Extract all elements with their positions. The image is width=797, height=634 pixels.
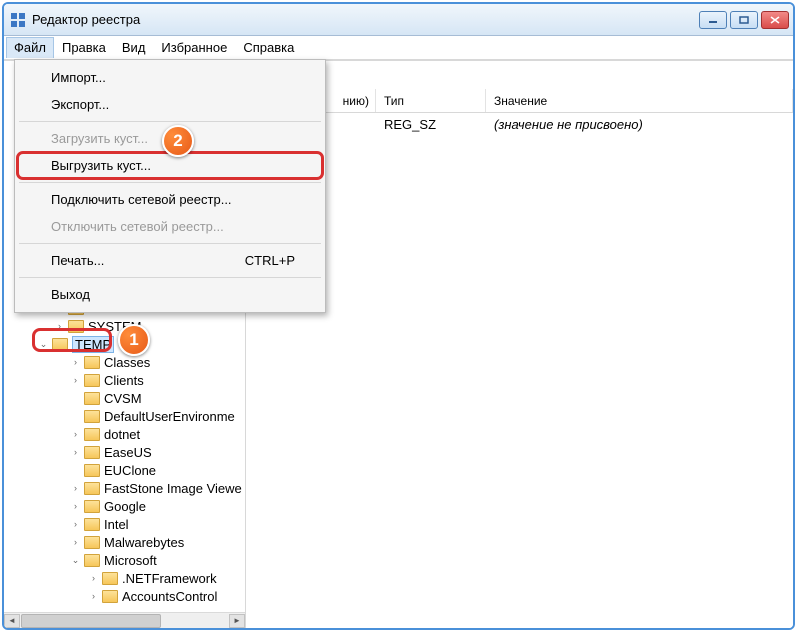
col-value[interactable]: Значение — [486, 89, 793, 112]
tree-node-classes[interactable]: ›Classes — [4, 353, 245, 371]
folder-icon — [84, 482, 100, 495]
tree-node-malwarebytes[interactable]: ›Malwarebytes — [4, 533, 245, 551]
list-header: нию) Тип Значение — [246, 89, 793, 113]
menubar: Файл Правка Вид Избранное Справка — [4, 36, 793, 60]
folder-icon — [84, 374, 100, 387]
tree-node-google[interactable]: ›Google — [4, 497, 245, 515]
tree-node-accountscontrol[interactable]: ›AccountsControl — [4, 587, 245, 605]
folder-icon — [68, 320, 84, 333]
folder-icon — [84, 518, 100, 531]
tree-node-clients[interactable]: ›Clients — [4, 371, 245, 389]
scroll-right-arrow[interactable]: ► — [229, 614, 245, 628]
close-button[interactable] — [761, 11, 789, 29]
scroll-left-arrow[interactable]: ◄ — [4, 614, 20, 628]
tree-node-easeus[interactable]: ›EaseUS — [4, 443, 245, 461]
callout-1: 1 — [118, 324, 150, 356]
folder-icon — [84, 356, 100, 369]
folder-icon — [102, 590, 118, 603]
folder-icon — [84, 554, 100, 567]
col-type[interactable]: Тип — [376, 89, 486, 112]
menu-separator — [19, 182, 321, 183]
folder-icon — [84, 536, 100, 549]
titlebar: Редактор реестра — [4, 4, 793, 36]
list-row[interactable]: REG_SZ (значение не присвоено) — [246, 115, 793, 133]
folder-icon — [84, 500, 100, 513]
menu-favorites[interactable]: Избранное — [153, 37, 235, 58]
tree-node-microsoft[interactable]: ⌄Microsoft — [4, 551, 245, 569]
cell-value: (значение не присвоено) — [486, 117, 793, 132]
menu-import[interactable]: Импорт... — [17, 64, 323, 91]
menu-edit[interactable]: Правка — [54, 37, 114, 58]
tree-node-cvsm[interactable]: CVSM — [4, 389, 245, 407]
menu-help[interactable]: Справка — [235, 37, 302, 58]
callout-2: 2 — [162, 125, 194, 157]
scroll-thumb[interactable] — [21, 614, 161, 628]
minimize-button[interactable] — [699, 11, 727, 29]
tree-node-euclone[interactable]: EUClone — [4, 461, 245, 479]
tree-node-dotnet[interactable]: ›dotnet — [4, 425, 245, 443]
file-dropdown: Импорт... Экспорт... Загрузить куст... В… — [14, 59, 326, 313]
window-title: Редактор реестра — [32, 12, 696, 27]
folder-icon — [84, 464, 100, 477]
list-panel: нию) Тип Значение REG_SZ (значение не пр… — [246, 61, 793, 628]
menu-separator — [19, 243, 321, 244]
menu-disconnect-network: Отключить сетевой реестр... — [17, 213, 323, 240]
maximize-button[interactable] — [730, 11, 758, 29]
menu-separator — [19, 277, 321, 278]
folder-icon — [102, 572, 118, 585]
folder-icon — [84, 410, 100, 423]
menu-view[interactable]: Вид — [114, 37, 154, 58]
folder-icon — [84, 392, 100, 405]
folder-icon — [84, 446, 100, 459]
menu-file[interactable]: Файл — [6, 37, 54, 58]
folder-icon — [52, 338, 68, 351]
tree-node-netframework[interactable]: ›.NETFramework — [4, 569, 245, 587]
horizontal-scrollbar[interactable]: ◄ ► — [4, 612, 245, 628]
tree-node-intel[interactable]: ›Intel — [4, 515, 245, 533]
cell-type: REG_SZ — [376, 117, 486, 132]
menu-export[interactable]: Экспорт... — [17, 91, 323, 118]
app-icon — [10, 12, 26, 28]
menu-print[interactable]: Печать...CTRL+P — [17, 247, 323, 274]
menu-unload-hive[interactable]: Выгрузить куст... — [17, 152, 323, 179]
folder-icon — [84, 428, 100, 441]
tree-node-defaultuserenv[interactable]: DefaultUserEnvironme — [4, 407, 245, 425]
menu-separator — [19, 121, 321, 122]
tree-node-faststone[interactable]: ›FastStone Image Viewe — [4, 479, 245, 497]
menu-exit[interactable]: Выход — [17, 281, 323, 308]
menu-connect-network[interactable]: Подключить сетевой реестр... — [17, 186, 323, 213]
